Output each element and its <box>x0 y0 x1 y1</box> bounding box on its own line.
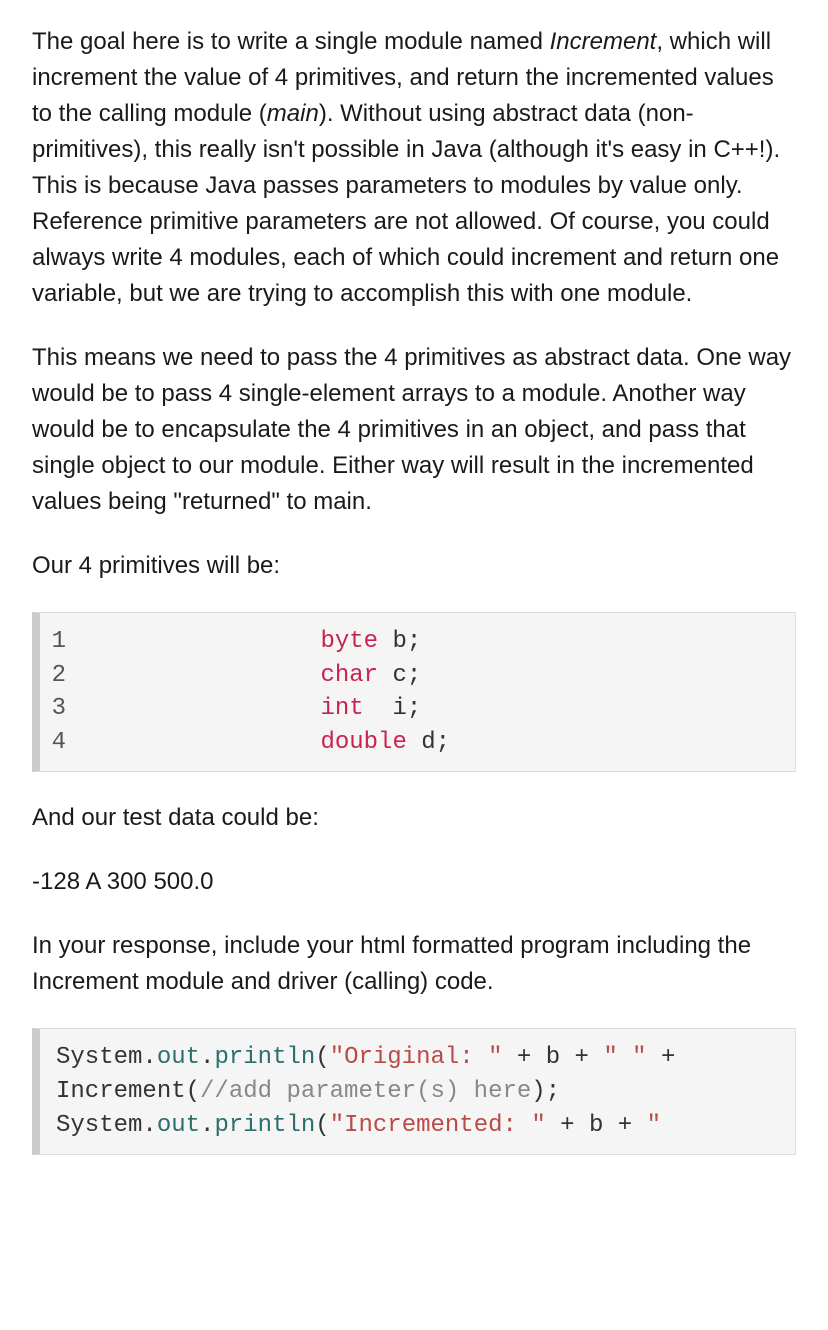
em-increment: Increment <box>550 28 657 55</box>
code-block-driver: System.out.println("Original: " + b + " … <box>32 1028 796 1155</box>
paragraph-4: And our test data could be: <box>32 800 796 836</box>
code-content: Increment(//add parameter(s) here); <box>56 1075 795 1109</box>
code-content: System.out.println("Incremented: " + b +… <box>56 1109 795 1143</box>
code-content: System.out.println("Original: " + b + " … <box>56 1041 795 1075</box>
code-block-primitives: 1 byte b; 2 char c; 3 int i; 4 double d; <box>32 612 796 772</box>
paragraph-2: This means we need to pass the 4 primiti… <box>32 340 796 520</box>
code-line: 4 double d; <box>40 726 795 760</box>
code-line: 2 char c; <box>40 659 795 693</box>
line-number: 4 <box>40 726 90 760</box>
paragraph-6: In your response, include your html form… <box>32 928 796 1000</box>
text: ). Without using abstract data (non-prim… <box>32 100 780 307</box>
code-content: byte b; <box>90 625 795 659</box>
code-line: Increment(//add parameter(s) here); <box>56 1075 795 1109</box>
line-number: 3 <box>40 692 90 726</box>
paragraph-1: The goal here is to write a single modul… <box>32 24 796 312</box>
code-line: 3 int i; <box>40 692 795 726</box>
em-main: main <box>267 100 319 127</box>
line-number: 2 <box>40 659 90 693</box>
paragraph-5-testdata: -128 A 300 500.0 <box>32 864 796 900</box>
code-line: System.out.println("Incremented: " + b +… <box>56 1109 795 1143</box>
code-content: double d; <box>90 726 795 760</box>
code-line: System.out.println("Original: " + b + " … <box>56 1041 795 1075</box>
paragraph-3: Our 4 primitives will be: <box>32 548 796 584</box>
code-content: int i; <box>90 692 795 726</box>
line-number: 1 <box>40 625 90 659</box>
code-content: char c; <box>90 659 795 693</box>
text: The goal here is to write a single modul… <box>32 28 550 55</box>
code-line: 1 byte b; <box>40 625 795 659</box>
